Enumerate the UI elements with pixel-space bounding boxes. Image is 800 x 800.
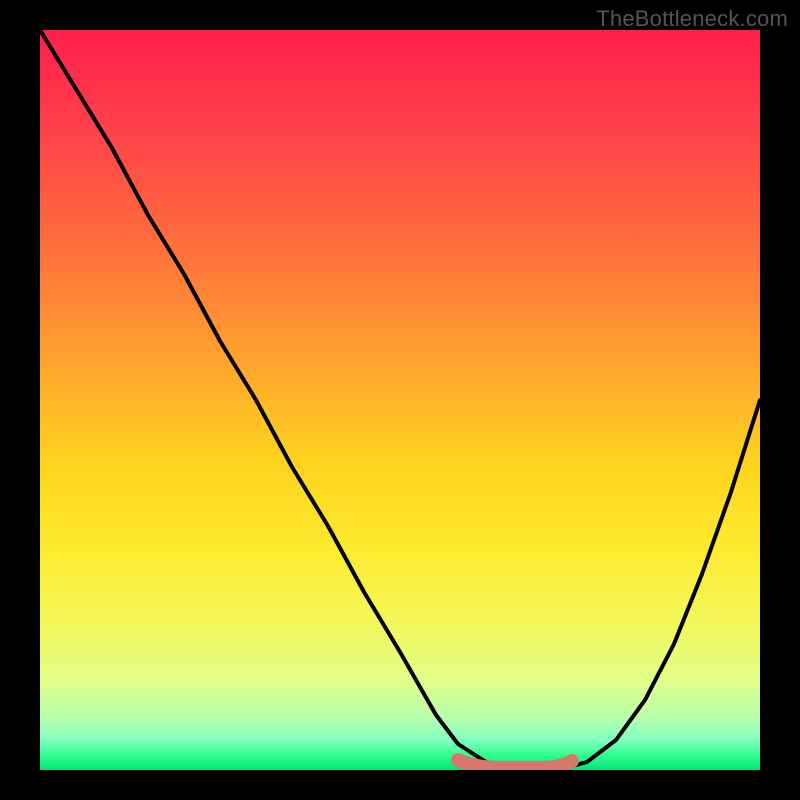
watermark-text: TheBottleneck.com: [596, 6, 788, 32]
chart-frame: TheBottleneck.com: [0, 0, 800, 800]
trough-marker: [458, 760, 572, 768]
bottleneck-curve: [40, 30, 760, 770]
chart-svg: [40, 30, 760, 770]
plot-area: [40, 30, 760, 770]
